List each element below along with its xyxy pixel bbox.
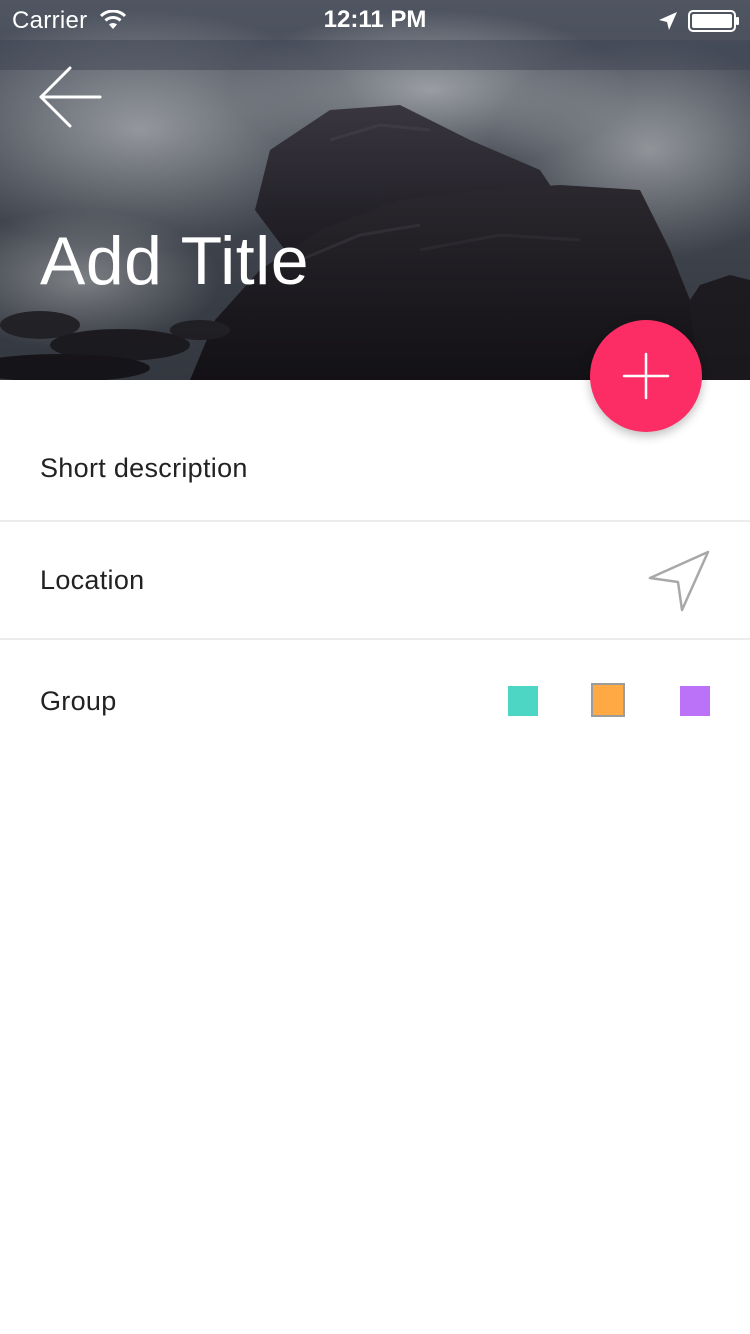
battery-icon — [688, 10, 740, 39]
description-field[interactable]: Short description — [40, 453, 248, 484]
location-field[interactable]: Location — [40, 565, 144, 596]
add-button[interactable] — [590, 320, 702, 432]
group-label: Group — [40, 686, 117, 716]
location-row[interactable]: Location — [0, 522, 750, 640]
navigation-arrow-icon[interactable] — [646, 548, 712, 619]
group-color-teal[interactable] — [508, 686, 538, 716]
group-row: Group — [0, 640, 750, 764]
arrow-left-icon — [39, 66, 102, 128]
back-button[interactable] — [36, 64, 106, 130]
plus-icon — [622, 352, 670, 400]
group-color-purple[interactable] — [680, 686, 710, 716]
group-color-orange[interactable] — [593, 685, 623, 715]
location-arrow-icon — [658, 10, 678, 38]
page-title[interactable]: Add Title — [40, 222, 309, 300]
add-event-screen: Carrier 12:11 PM Add Title Short descrip… — [0, 0, 750, 1334]
status-bar: Carrier 12:11 PM — [0, 0, 750, 40]
status-time: 12:11 PM — [323, 6, 427, 33]
